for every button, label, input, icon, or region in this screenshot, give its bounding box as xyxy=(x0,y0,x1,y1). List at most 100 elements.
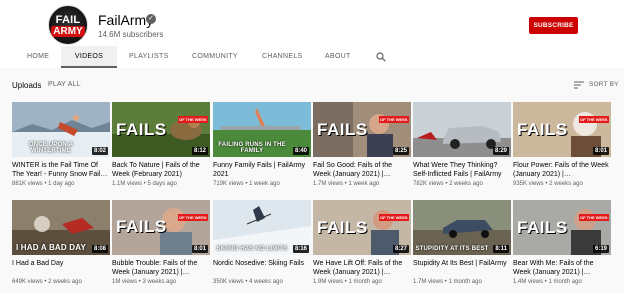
video-thumbnail[interactable]: STUPIDITY AT ITS BEST 8:11 xyxy=(413,200,511,255)
video-card[interactable]: FAILS OF THE WEEK 6:19 Bear With Me: Fai… xyxy=(513,200,611,285)
fails-brand-text: FAILS xyxy=(116,217,167,236)
video-meta: 1M views • 3 weeks ago xyxy=(112,279,177,285)
video-thumbnail[interactable]: FAILING RUNS IN THE FAMILY 8:40 xyxy=(213,102,311,157)
subscriber-count: 14.6M subscribers xyxy=(98,30,164,39)
video-thumbnail[interactable]: FAILS OF THE WEEK 8:25 xyxy=(313,102,411,157)
avatar-logo-line1: FAIL xyxy=(55,14,81,26)
video-duration: 8:08 xyxy=(91,245,108,253)
video-meta: 649K views • 2 weeks ago xyxy=(12,279,82,285)
view-count: 1.1M views xyxy=(112,181,143,187)
video-card[interactable]: I HAD A BAD DAY 8:08 I Had a Bad Day 649… xyxy=(12,200,110,285)
fails-brand-text: FAILS xyxy=(517,120,568,139)
video-duration: 8:16 xyxy=(292,245,309,253)
video-duration: 8:01 xyxy=(191,245,208,253)
of-the-week-tag: OF THE WEEK xyxy=(178,214,208,221)
video-duration: 8:02 xyxy=(91,147,108,155)
video-title[interactable]: Funny Family Fails | FailArmy 2021 xyxy=(213,161,311,179)
video-card[interactable]: FAILS OF THE WEEK 8:01 Flour Power: Fail… xyxy=(513,102,611,187)
channel-avatar[interactable]: FAIL ARMY xyxy=(48,5,88,45)
view-count: 1.4M views xyxy=(513,279,544,285)
view-count: 1M views xyxy=(112,279,138,285)
upload-age: 1 month ago xyxy=(448,279,482,285)
video-title[interactable]: Bear With Me: Fails of the Week (January… xyxy=(513,259,611,277)
verified-check-icon: ✓ xyxy=(146,14,156,24)
video-thumbnail[interactable]: FAILS OF THE WEEK 6:19 xyxy=(513,200,611,255)
video-duration: 8:12 xyxy=(191,147,208,155)
video-card[interactable]: 8:29 What Were They Thinking? Self-Infli… xyxy=(413,102,511,187)
video-thumbnail[interactable]: I HAD A BAD DAY 8:08 xyxy=(12,200,110,255)
video-title[interactable]: Nordic Nosedive: Skiing Fails xyxy=(213,259,311,277)
view-count: 935K views xyxy=(513,181,544,187)
tab-about[interactable]: ABOUT xyxy=(325,46,351,68)
tab-videos[interactable]: VIDEOS xyxy=(61,46,117,68)
uploads-label: Uploads xyxy=(12,81,42,90)
video-thumbnail[interactable]: FAILS OF THE WEEK 8:01 xyxy=(513,102,611,157)
video-meta: 719K views • 1 week ago xyxy=(213,181,280,187)
view-count: 1.7M views xyxy=(413,279,444,285)
upload-age: 4 weeks ago xyxy=(249,279,283,285)
video-card[interactable]: STUPIDITY AT ITS BEST 8:11 Stupidity At … xyxy=(413,200,511,285)
upload-age: 1 month ago xyxy=(348,279,382,285)
video-card[interactable]: FAILS OF THE WEEK 8:01 Bubble Trouble: F… xyxy=(112,200,210,285)
view-count: 649K views xyxy=(12,279,43,285)
video-duration: 8:40 xyxy=(292,147,309,155)
fails-brand-text: FAILS xyxy=(317,218,368,237)
video-thumbnail[interactable]: 8:29 xyxy=(413,102,511,157)
video-meta: 782K views • 2 weeks ago xyxy=(413,181,483,187)
view-count: 1.9M views xyxy=(313,279,344,285)
video-thumbnail[interactable]: FAILS OF THE WEEK 8:01 xyxy=(112,200,210,255)
tab-community[interactable]: COMMUNITY xyxy=(192,46,238,68)
video-title[interactable]: WINTER is the Fail Time Of The Year! - F… xyxy=(12,161,110,179)
tab-channels[interactable]: CHANNELS xyxy=(262,46,303,68)
video-meta: 881K views • 1 day ago xyxy=(12,181,75,187)
play-all-button[interactable]: PLAY ALL xyxy=(48,81,81,88)
channel-name: FailArmy xyxy=(98,12,154,28)
video-duration: 8:27 xyxy=(392,245,409,253)
video-thumbnail[interactable]: FAILS OF THE WEEK 8:12 xyxy=(112,102,210,157)
tab-home[interactable]: HOME xyxy=(27,46,49,68)
thumbnail-caption: ONCE UPON A WINTERTIME xyxy=(28,142,74,154)
video-meta: 1.7M views • 1 month ago xyxy=(413,279,482,285)
video-title[interactable]: What Were They Thinking? Self-Inflicted … xyxy=(413,161,511,179)
video-thumbnail[interactable]: FAILS OF THE WEEK 8:27 xyxy=(313,200,411,255)
avatar-logo-line2: ARMY xyxy=(51,26,85,37)
sort-by-button[interactable]: SORT BY xyxy=(589,81,619,88)
upload-age: 2 weeks ago xyxy=(549,181,583,187)
upload-age: 1 day ago xyxy=(48,181,75,187)
video-card[interactable]: SKIING HAS NO LIMITS 8:16 Nordic Nosediv… xyxy=(213,200,311,285)
of-the-week-tag: OF THE WEEK xyxy=(579,214,609,221)
channel-tabs: HOME VIDEOS PLAYLISTS COMMUNITY CHANNELS… xyxy=(0,46,624,68)
video-card[interactable]: FAILING RUNS IN THE FAMILY 8:40 Funny Fa… xyxy=(213,102,311,187)
thumbnail-caption: SKIING HAS NO LIMITS xyxy=(216,246,288,252)
video-card[interactable]: ONCE UPON A WINTERTIME 8:02 WINTER is th… xyxy=(12,102,110,187)
video-title[interactable]: Stupidity At Its Best | FailArmy xyxy=(413,259,511,277)
view-count: 782K views xyxy=(413,181,444,187)
video-thumbnail[interactable]: ONCE UPON A WINTERTIME 8:02 xyxy=(12,102,110,157)
video-card[interactable]: FAILS OF THE WEEK 8:27 We Have Lift Off:… xyxy=(313,200,411,285)
of-the-week-tag: OF THE WEEK xyxy=(379,116,409,123)
video-duration: 6:19 xyxy=(592,245,609,253)
video-title[interactable]: Bubble Trouble: Fails of the Week (Janua… xyxy=(112,259,210,277)
upload-age: 1 week ago xyxy=(249,181,280,187)
video-title[interactable]: We Have Lift Off: Fails of the Week (Jan… xyxy=(313,259,411,277)
video-title[interactable]: Back To Nature | Fails of the Week (Febr… xyxy=(112,161,210,179)
video-title[interactable]: Fail So Good: Fails of the Week (January… xyxy=(313,161,411,179)
tab-playlists[interactable]: PLAYLISTS xyxy=(129,46,169,68)
video-title[interactable]: Flour Power: Fails of the Week (January … xyxy=(513,161,611,179)
of-the-week-tag: OF THE WEEK xyxy=(579,116,609,123)
of-the-week-tag: OF THE WEEK xyxy=(178,116,208,123)
video-title[interactable]: I Had a Bad Day xyxy=(12,259,110,277)
video-card[interactable]: FAILS OF THE WEEK 8:12 Back To Nature | … xyxy=(112,102,210,187)
video-meta: 935K views • 2 weeks ago xyxy=(513,181,583,187)
upload-age: 1 month ago xyxy=(548,279,582,285)
fails-brand-text: FAILS xyxy=(116,120,167,139)
video-thumbnail[interactable]: SKIING HAS NO LIMITS 8:16 xyxy=(213,200,311,255)
search-icon[interactable] xyxy=(376,52,386,62)
subscribe-button[interactable]: SUBSCRIBE xyxy=(529,17,578,34)
sort-icon[interactable] xyxy=(574,81,584,89)
thumbnail-caption: I HAD A BAD DAY xyxy=(15,243,87,252)
video-duration: 8:25 xyxy=(392,147,409,155)
upload-age: 5 days ago xyxy=(147,181,177,187)
view-count: 350K views xyxy=(213,279,244,285)
video-card[interactable]: FAILS OF THE WEEK 8:25 Fail So Good: Fai… xyxy=(313,102,411,187)
